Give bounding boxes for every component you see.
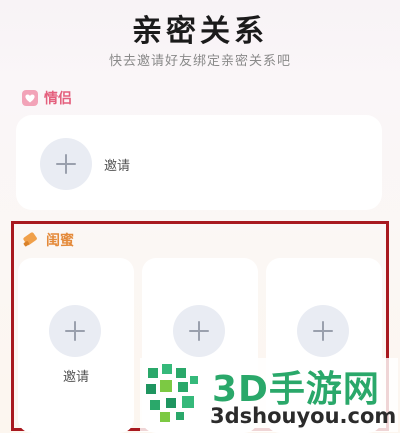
plus-icon bbox=[65, 321, 85, 341]
friend-invite-button-3[interactable] bbox=[297, 305, 349, 357]
plus-icon bbox=[313, 321, 333, 341]
page-title: 亲密关系 bbox=[132, 14, 268, 49]
lovers-card: 邀请 bbox=[16, 115, 382, 210]
friend-invite-button-2[interactable] bbox=[173, 305, 225, 357]
watermark-url: 3dshouyou.com bbox=[210, 404, 397, 428]
friend-invite-button-1[interactable] bbox=[49, 305, 101, 357]
heart-icon bbox=[22, 90, 38, 106]
lovers-section-label: 情侣 bbox=[22, 88, 72, 108]
friends-label-text: 闺蜜 bbox=[46, 233, 74, 249]
friend-slot-1: 邀请 bbox=[18, 258, 134, 433]
watermark-logo-icon bbox=[146, 364, 198, 422]
plus-icon bbox=[189, 321, 209, 341]
friend-invite-label-1: 邀请 bbox=[62, 370, 89, 385]
lovers-invite-label: 邀请 bbox=[104, 159, 131, 174]
lovers-label-text: 情侣 bbox=[44, 91, 72, 107]
pencil-icon bbox=[23, 232, 37, 247]
page-subtitle: 快去邀请好友绑定亲密关系吧 bbox=[108, 54, 291, 69]
plus-icon bbox=[56, 154, 76, 174]
friends-section-label: 闺蜜 bbox=[22, 230, 74, 250]
lovers-invite-button[interactable] bbox=[40, 138, 92, 190]
